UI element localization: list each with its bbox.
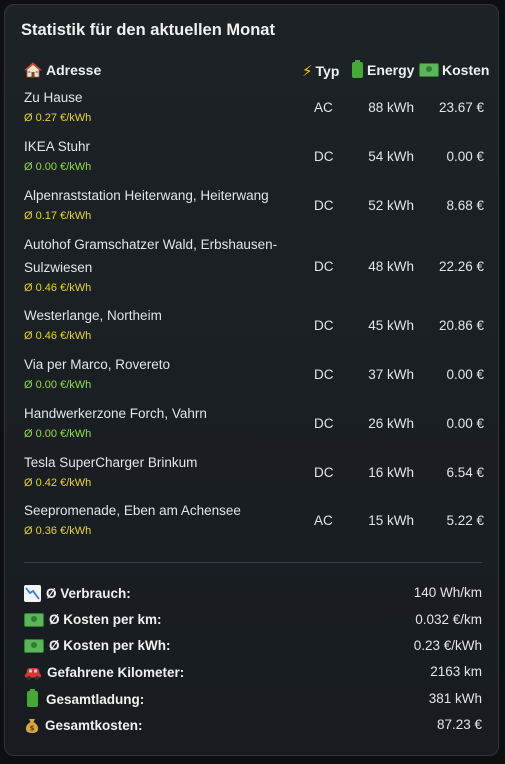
row-cost: 20.86 € [438, 318, 484, 333]
row-type: AC [314, 100, 333, 115]
row-energy: 26 kWh [368, 416, 414, 431]
row-address: IKEA Stuhr Ø 0.00 €/kWh [24, 135, 294, 175]
row-cost: 23.67 € [438, 100, 484, 115]
stat-label: Gesamtladung: [46, 691, 145, 707]
stat-distance: Gefahrene Kilometer: 2163 km [24, 664, 482, 684]
car-icon [24, 664, 42, 681]
svg-text:$: $ [30, 725, 35, 733]
row-address: Handwerkerzone Forch, Vahrn Ø 0.00 €/kWh [24, 402, 294, 442]
row-avg-price: Ø 0.00 €/kWh [24, 161, 92, 173]
stat-value: 140 Wh/km [413, 585, 482, 600]
row-address: Westerlange, Northeim Ø 0.46 €/kWh [24, 304, 294, 344]
chart-decreasing-icon [24, 585, 41, 602]
stat-value: 0.032 €/km [415, 612, 482, 627]
divider [24, 562, 482, 563]
row-type: DC [314, 367, 334, 382]
row-address: Seepromenade, Eben am Achensee Ø 0.36 €/k… [24, 499, 294, 539]
money-icon [24, 612, 44, 627]
column-header-type: ⚡ Typ [302, 62, 339, 80]
column-header-address: Adresse [23, 62, 102, 78]
money-bag-icon: $ [24, 717, 40, 734]
row-type: DC [314, 149, 334, 164]
stat-consumption: Ø Verbrauch: 140 Wh/km [24, 585, 482, 605]
row-type: DC [314, 259, 334, 274]
stat-label: Gefahrene Kilometer: [47, 665, 185, 680]
stat-value: 87.23 € [436, 717, 482, 732]
row-cost: 6.54 € [446, 465, 484, 480]
row-address: Autohof Gramschatzer Wald, Erbshausen-Su… [24, 233, 294, 296]
column-header-cost: Kosten [419, 62, 489, 78]
row-address: Zu Hause Ø 0.27 €/kWh [24, 86, 294, 126]
stat-label: Ø Kosten per kWh: [49, 638, 171, 653]
row-type: AC [314, 513, 333, 528]
row-energy: 48 kWh [368, 259, 414, 274]
row-address: Tesla SuperCharger Brinkum Ø 0.42 €/kWh [24, 451, 294, 491]
column-header-energy: Energy [352, 60, 415, 78]
row-cost: 0.00 € [446, 367, 484, 382]
stat-total-charge: Gesamtladung: 381 kWh [24, 689, 482, 711]
stat-label: Ø Kosten per km: [49, 612, 162, 627]
header-label-energy: Energy [367, 62, 415, 78]
row-address: Via per Marco, Rovereto Ø 0.00 €/kWh [24, 353, 294, 393]
stat-value: 0.23 €/kWh [413, 638, 482, 653]
row-cost: 22.26 € [438, 259, 484, 274]
row-avg-price: Ø 0.00 €/kWh [24, 379, 92, 391]
row-avg-price: Ø 0.46 €/kWh [24, 282, 92, 294]
row-avg-price: Ø 0.36 €/kWh [24, 525, 92, 537]
row-cost: 0.00 € [446, 416, 484, 431]
stat-cost-per-kwh: Ø Kosten per kWh: 0.23 €/kWh [24, 638, 482, 658]
money-icon [24, 638, 44, 653]
stat-value: 2163 km [430, 664, 482, 679]
lightning-icon: ⚡ [302, 63, 313, 80]
row-avg-price: Ø 0.42 €/kWh [24, 477, 92, 489]
row-energy: 88 kWh [368, 100, 414, 115]
battery-icon [352, 60, 363, 78]
row-type: DC [314, 465, 334, 480]
header-label-address: Adresse [46, 62, 102, 78]
row-energy: 45 kWh [368, 318, 414, 333]
row-energy: 52 kWh [368, 198, 414, 213]
row-cost: 5.22 € [446, 513, 484, 528]
stat-value: 381 kWh [428, 691, 482, 706]
row-type: DC [314, 198, 334, 213]
row-energy: 16 kWh [368, 465, 414, 480]
row-cost: 0.00 € [446, 149, 484, 164]
header-label-type: Typ [315, 63, 340, 79]
row-energy: 37 kWh [368, 367, 414, 382]
stat-total-cost: $ Gesamtkosten: 87.23 € [24, 717, 482, 737]
row-cost: 8.68 € [446, 198, 484, 213]
card-title: Statistik für den aktuellen Monat [21, 21, 275, 39]
row-avg-price: Ø 0.00 €/kWh [24, 428, 92, 440]
row-energy: 54 kWh [368, 149, 414, 164]
battery-icon [27, 689, 38, 707]
row-avg-price: Ø 0.27 €/kWh [24, 112, 92, 124]
row-avg-price: Ø 0.46 €/kWh [24, 330, 92, 342]
row-energy: 15 kWh [368, 513, 414, 528]
row-address: Alpenraststation Heiterwang, Heiterwang Ø… [24, 184, 294, 224]
house-icon [23, 62, 43, 78]
row-type: DC [314, 318, 334, 333]
stat-label: Ø Verbrauch: [46, 586, 131, 601]
stat-label: Gesamtkosten: [45, 718, 143, 733]
header-label-cost: Kosten [442, 62, 490, 78]
row-avg-price: Ø 0.17 €/kWh [24, 210, 92, 222]
row-type: DC [314, 416, 334, 431]
stat-cost-per-km: Ø Kosten per km: 0.032 €/km [24, 612, 482, 632]
money-icon [419, 63, 439, 77]
statistics-card: Statistik für den aktuellen Monat Adress… [4, 4, 499, 756]
